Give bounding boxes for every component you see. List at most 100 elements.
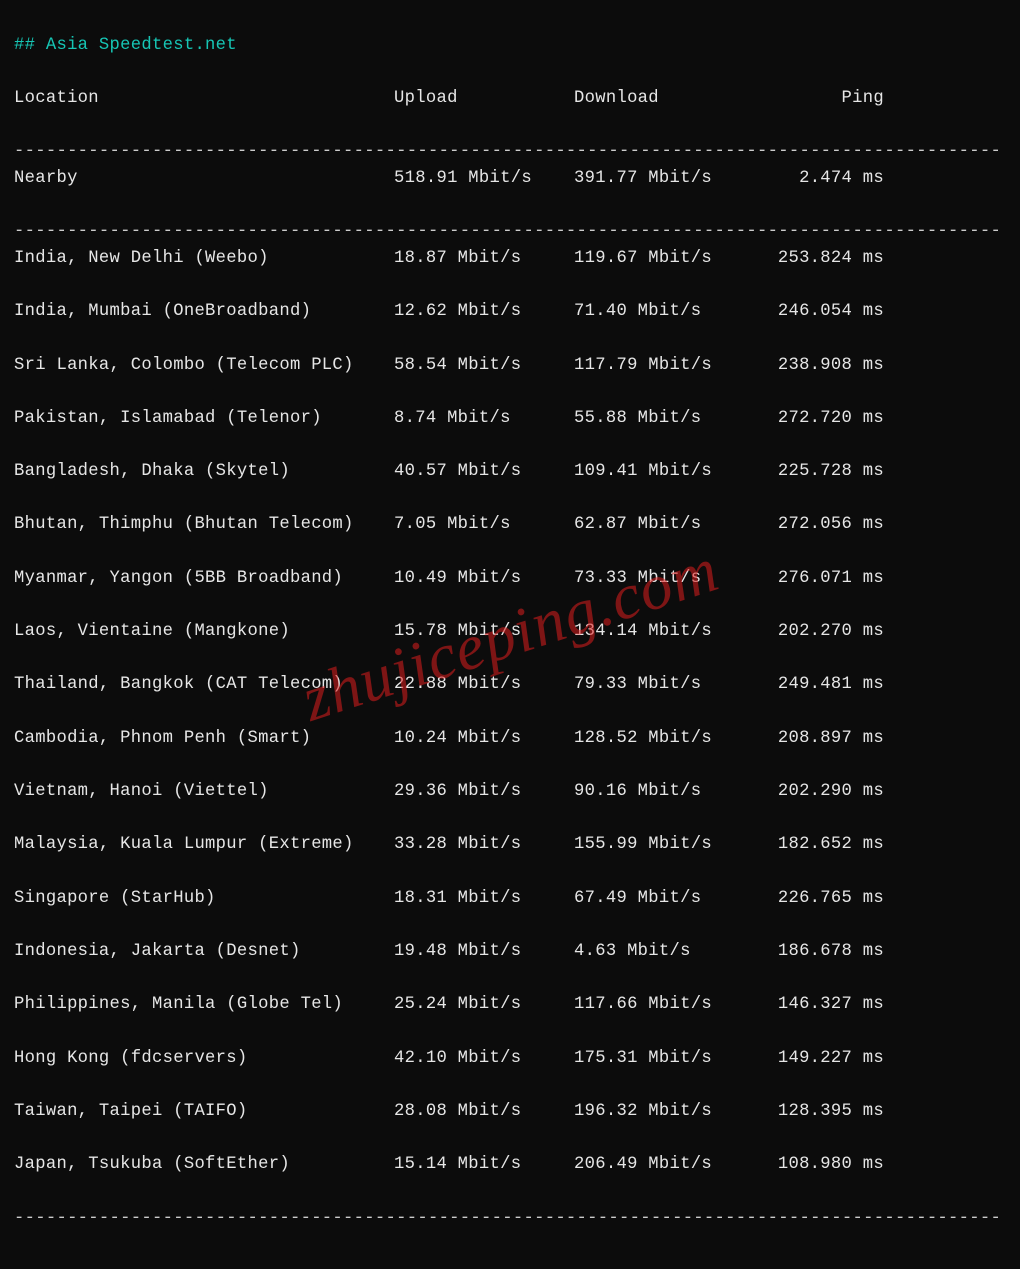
terminal-output: ## Asia Speedtest.net LocationUploadDown… xyxy=(0,0,1020,1269)
table-row: Bangladesh, Dhaka (Skytel)40.57 Mbit/s10… xyxy=(14,459,1006,486)
cell-upload: 10.24 Mbit/s xyxy=(394,726,574,753)
cell-download: 134.14 Mbit/s xyxy=(574,619,754,646)
cell-location: Japan, Tsukuba (SoftEther) xyxy=(14,1152,394,1179)
cell-location: Laos, Vientaine (Mangkone) xyxy=(14,619,394,646)
cell-ping: 202.290 ms xyxy=(754,779,884,806)
cell-ping: 128.395 ms xyxy=(754,1099,884,1126)
cell-upload: 42.10 Mbit/s xyxy=(394,1046,574,1073)
cell-download: 196.32 Mbit/s xyxy=(574,1099,754,1126)
divider: ----------------------------------------… xyxy=(14,1209,1001,1228)
cell-ping: 253.824 ms xyxy=(754,246,884,273)
cell-download: 62.87 Mbit/s xyxy=(574,512,754,539)
cell-download: 73.33 Mbit/s xyxy=(574,566,754,593)
cell-upload: 18.31 Mbit/s xyxy=(394,886,574,913)
cell-download: 117.66 Mbit/s xyxy=(574,992,754,1019)
cell-ping: 182.652 ms xyxy=(754,832,884,859)
cell-upload: 22.88 Mbit/s xyxy=(394,672,574,699)
cell-location: India, Mumbai (OneBroadband) xyxy=(14,299,394,326)
header-location: Location xyxy=(14,86,394,113)
nearby-upload: 518.91 Mbit/s xyxy=(394,166,574,193)
cell-ping: 186.678 ms xyxy=(754,939,884,966)
cell-location: Malaysia, Kuala Lumpur (Extreme) xyxy=(14,832,394,859)
cell-ping: 272.720 ms xyxy=(754,406,884,433)
cell-download: 71.40 Mbit/s xyxy=(574,299,754,326)
divider: ----------------------------------------… xyxy=(14,222,1001,241)
cell-download: 90.16 Mbit/s xyxy=(574,779,754,806)
cell-download: 67.49 Mbit/s xyxy=(574,886,754,913)
cell-location: Cambodia, Phnom Penh (Smart) xyxy=(14,726,394,753)
cell-download: 128.52 Mbit/s xyxy=(574,726,754,753)
cell-upload: 40.57 Mbit/s xyxy=(394,459,574,486)
cell-upload: 58.54 Mbit/s xyxy=(394,353,574,380)
cell-location: Hong Kong (fdcservers) xyxy=(14,1046,394,1073)
cell-ping: 225.728 ms xyxy=(754,459,884,486)
cell-download: 4.63 Mbit/s xyxy=(574,939,754,966)
table-row: Japan, Tsukuba (SoftEther)15.14 Mbit/s20… xyxy=(14,1152,1006,1179)
header-row: LocationUploadDownloadPing xyxy=(14,86,1006,113)
header-download: Download xyxy=(574,86,754,113)
cell-upload: 29.36 Mbit/s xyxy=(394,779,574,806)
cell-location: Philippines, Manila (Globe Tel) xyxy=(14,992,394,1019)
section-title: ## Asia Speedtest.net xyxy=(14,36,237,55)
cell-location: Thailand, Bangkok (CAT Telecom) xyxy=(14,672,394,699)
cell-ping: 272.056 ms xyxy=(754,512,884,539)
cell-upload: 15.14 Mbit/s xyxy=(394,1152,574,1179)
nearby-row: Nearby518.91 Mbit/s391.77 Mbit/s2.474 ms xyxy=(14,166,1006,193)
table-row: Singapore (StarHub)18.31 Mbit/s67.49 Mbi… xyxy=(14,886,1006,913)
cell-ping: 208.897 ms xyxy=(754,726,884,753)
cell-download: 119.67 Mbit/s xyxy=(574,246,754,273)
cell-upload: 15.78 Mbit/s xyxy=(394,619,574,646)
cell-download: 55.88 Mbit/s xyxy=(574,406,754,433)
table-row: Bhutan, Thimphu (Bhutan Telecom)7.05 Mbi… xyxy=(14,512,1006,539)
cell-location: Myanmar, Yangon (5BB Broadband) xyxy=(14,566,394,593)
table-row: Vietnam, Hanoi (Viettel)29.36 Mbit/s90.1… xyxy=(14,779,1006,806)
cell-upload: 12.62 Mbit/s xyxy=(394,299,574,326)
table-row: Philippines, Manila (Globe Tel)25.24 Mbi… xyxy=(14,992,1006,1019)
cell-download: 117.79 Mbit/s xyxy=(574,353,754,380)
nearby-ping: 2.474 ms xyxy=(754,166,884,193)
cell-ping: 202.270 ms xyxy=(754,619,884,646)
table-row: Pakistan, Islamabad (Telenor)8.74 Mbit/s… xyxy=(14,406,1006,433)
cell-upload: 33.28 Mbit/s xyxy=(394,832,574,859)
cell-location: Sri Lanka, Colombo (Telecom PLC) xyxy=(14,353,394,380)
header-ping: Ping xyxy=(754,86,884,113)
divider: ----------------------------------------… xyxy=(14,142,1001,161)
cell-download: 79.33 Mbit/s xyxy=(574,672,754,699)
table-row: Indonesia, Jakarta (Desnet)19.48 Mbit/s4… xyxy=(14,939,1006,966)
cell-location: Bhutan, Thimphu (Bhutan Telecom) xyxy=(14,512,394,539)
cell-upload: 28.08 Mbit/s xyxy=(394,1099,574,1126)
cell-location: Pakistan, Islamabad (Telenor) xyxy=(14,406,394,433)
cell-download: 206.49 Mbit/s xyxy=(574,1152,754,1179)
table-row: Cambodia, Phnom Penh (Smart)10.24 Mbit/s… xyxy=(14,726,1006,753)
cell-ping: 146.327 ms xyxy=(754,992,884,1019)
table-row: Myanmar, Yangon (5BB Broadband)10.49 Mbi… xyxy=(14,566,1006,593)
cell-upload: 10.49 Mbit/s xyxy=(394,566,574,593)
table-row: Taiwan, Taipei (TAIFO)28.08 Mbit/s196.32… xyxy=(14,1099,1006,1126)
table-row: Hong Kong (fdcservers)42.10 Mbit/s175.31… xyxy=(14,1046,1006,1073)
nearby-location: Nearby xyxy=(14,166,394,193)
cell-ping: 238.908 ms xyxy=(754,353,884,380)
cell-upload: 19.48 Mbit/s xyxy=(394,939,574,966)
header-upload: Upload xyxy=(394,86,574,113)
cell-location: Vietnam, Hanoi (Viettel) xyxy=(14,779,394,806)
table-row: Malaysia, Kuala Lumpur (Extreme)33.28 Mb… xyxy=(14,832,1006,859)
cell-location: Indonesia, Jakarta (Desnet) xyxy=(14,939,394,966)
cell-upload: 18.87 Mbit/s xyxy=(394,246,574,273)
cell-ping: 246.054 ms xyxy=(754,299,884,326)
table-row: Thailand, Bangkok (CAT Telecom)22.88 Mbi… xyxy=(14,672,1006,699)
table-row: India, Mumbai (OneBroadband)12.62 Mbit/s… xyxy=(14,299,1006,326)
cell-location: Singapore (StarHub) xyxy=(14,886,394,913)
cell-ping: 149.227 ms xyxy=(754,1046,884,1073)
cell-location: Bangladesh, Dhaka (Skytel) xyxy=(14,459,394,486)
cell-location: Taiwan, Taipei (TAIFO) xyxy=(14,1099,394,1126)
table-row: India, New Delhi (Weebo)18.87 Mbit/s119.… xyxy=(14,246,1006,273)
cell-ping: 249.481 ms xyxy=(754,672,884,699)
cell-download: 109.41 Mbit/s xyxy=(574,459,754,486)
nearby-download: 391.77 Mbit/s xyxy=(574,166,754,193)
cell-upload: 8.74 Mbit/s xyxy=(394,406,574,433)
cell-download: 175.31 Mbit/s xyxy=(574,1046,754,1073)
table-row: Sri Lanka, Colombo (Telecom PLC)58.54 Mb… xyxy=(14,353,1006,380)
cell-upload: 7.05 Mbit/s xyxy=(394,512,574,539)
cell-download: 155.99 Mbit/s xyxy=(574,832,754,859)
cell-location: India, New Delhi (Weebo) xyxy=(14,246,394,273)
